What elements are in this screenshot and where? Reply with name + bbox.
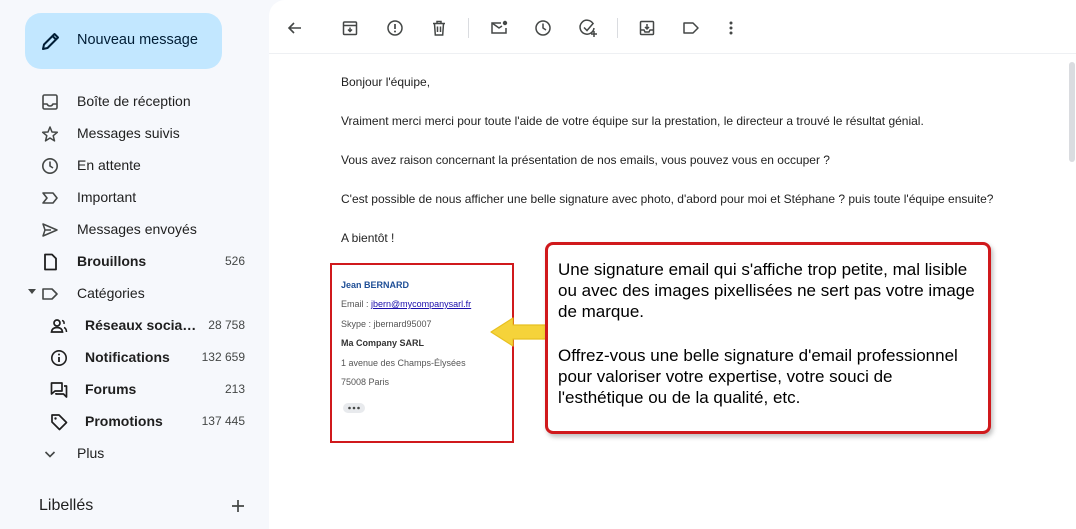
signature-email-line: Email : jbern@mycompanysarl.fr <box>341 299 471 309</box>
sidebar: Nouveau message Boîte de réception Messa… <box>0 0 268 529</box>
star-icon <box>40 124 60 144</box>
category-label: Forums <box>85 381 137 397</box>
signature-email-label: Email : <box>341 299 372 309</box>
annotation-callout: Une signature email qui s'affiche trop p… <box>545 242 991 434</box>
add-label-button[interactable] <box>228 496 248 516</box>
archive-icon <box>342 21 358 36</box>
inbox-icon <box>40 92 60 112</box>
forum-icon <box>49 380 69 400</box>
email-line: Bonjour l'équipe, <box>341 75 431 89</box>
delete-icon <box>433 20 445 36</box>
mark-unread-icon <box>491 20 508 34</box>
category-notifications[interactable]: Notifications 132 659 <box>0 341 256 373</box>
plus-icon <box>232 500 244 512</box>
label-icon <box>40 284 60 304</box>
snooze-icon <box>535 20 551 36</box>
scrollbar-thumb[interactable] <box>1069 62 1075 162</box>
label-icon <box>683 22 699 34</box>
nav-item-label: Brouillons <box>77 253 147 269</box>
tag-icon <box>49 412 69 432</box>
category-count: 137 445 <box>201 414 245 428</box>
email-line: C'est possible de nous afficher une bell… <box>341 192 994 206</box>
report-spam-button[interactable] <box>385 18 405 38</box>
nav-item-snoozed[interactable]: En attente <box>0 149 256 181</box>
people-icon <box>49 316 69 336</box>
ellipsis-icon <box>348 406 360 410</box>
nav-item-count: 526 <box>224 254 245 268</box>
email-line: Vraiment merci merci pour toute l'aide d… <box>341 114 924 128</box>
email-line: A bientôt ! <box>341 231 395 245</box>
draft-icon <box>40 252 60 272</box>
toolbar-divider-line <box>269 53 1076 54</box>
message-view: Bonjour l'équipe, Vraiment merci merci p… <box>269 0 1076 529</box>
signature-address-line2: 75008 Paris <box>341 377 390 387</box>
callout-paragraph-2: Offrez-vous une belle signature d'email … <box>558 346 958 407</box>
nav-item-sent[interactable]: Messages envoyés <box>0 213 256 245</box>
signature-skype: Skype : jbernard95007 <box>341 319 432 329</box>
nav-item-inbox[interactable]: Boîte de réception <box>0 85 256 117</box>
toolbar-divider <box>468 18 469 38</box>
nav-item-drafts[interactable]: Brouillons 526 <box>0 245 256 277</box>
labels-button[interactable] <box>681 18 701 38</box>
pencil-icon <box>42 33 59 50</box>
chevron-down-icon <box>40 444 60 464</box>
nav-item-label: Boîte de réception <box>77 93 191 109</box>
info-icon <box>49 348 69 368</box>
nav-item-important[interactable]: Important <box>0 181 256 213</box>
labels-heading: Libellés <box>39 497 94 514</box>
report-spam-icon <box>387 20 403 36</box>
nav-item-label: Important <box>77 189 137 205</box>
mark-unread-button[interactable] <box>489 18 509 38</box>
category-count: 213 <box>224 382 245 396</box>
category-promotions[interactable]: Promotions 137 445 <box>0 405 256 437</box>
message-toolbar <box>269 0 1076 56</box>
move-to-button[interactable] <box>637 18 657 38</box>
send-icon <box>40 220 60 240</box>
add-task-button[interactable] <box>578 18 598 38</box>
back-icon <box>287 22 301 34</box>
add-task-icon <box>579 19 597 37</box>
signature-highlight-frame <box>330 263 514 443</box>
category-label: Réseaux sociaux <box>85 317 197 333</box>
move-to-icon <box>639 20 655 36</box>
delete-button[interactable] <box>429 18 449 38</box>
signature-email-link[interactable]: jbern@mycompanysarl.fr <box>371 299 471 309</box>
category-count: 28 758 <box>208 318 245 332</box>
nav-item-more[interactable]: Plus <box>0 437 256 469</box>
snooze-button[interactable] <box>533 18 553 38</box>
more-options-button[interactable] <box>721 18 741 38</box>
nav-item-label: Messages envoyés <box>77 221 197 237</box>
nav-item-label: Messages suivis <box>77 125 180 141</box>
caret-down-icon[interactable] <box>28 289 36 294</box>
show-trimmed-content-button[interactable] <box>343 403 365 413</box>
nav-item-label: En attente <box>77 157 141 173</box>
compose-button[interactable]: Nouveau message <box>25 13 222 69</box>
compose-label: Nouveau message <box>77 32 198 48</box>
toolbar-divider <box>617 18 618 38</box>
category-forums[interactable]: Forums 213 <box>0 373 256 405</box>
category-label: Promotions <box>85 413 163 429</box>
category-social[interactable]: Réseaux sociaux 28 758 <box>0 309 256 341</box>
important-icon <box>40 188 60 208</box>
clock-icon <box>40 156 60 176</box>
nav-item-starred[interactable]: Messages suivis <box>0 117 256 149</box>
category-count: 132 659 <box>201 350 245 364</box>
callout-paragraph-1: Une signature email qui s'affiche trop p… <box>558 260 975 321</box>
more-vert-icon <box>729 21 733 35</box>
signature-name: Jean BERNARD <box>341 280 410 290</box>
signature-address-line1: 1 avenue des Champs-Élysées <box>341 358 466 368</box>
back-button[interactable] <box>285 18 305 38</box>
nav-item-categories[interactable]: Catégories <box>0 277 256 309</box>
archive-button[interactable] <box>340 18 360 38</box>
nav-item-label: Catégories <box>77 285 145 301</box>
category-label: Notifications <box>85 349 170 365</box>
signature-company: Ma Company SARL <box>341 338 425 348</box>
email-line: Vous avez raison concernant la présentat… <box>341 153 830 167</box>
nav-item-label: Plus <box>77 445 105 461</box>
